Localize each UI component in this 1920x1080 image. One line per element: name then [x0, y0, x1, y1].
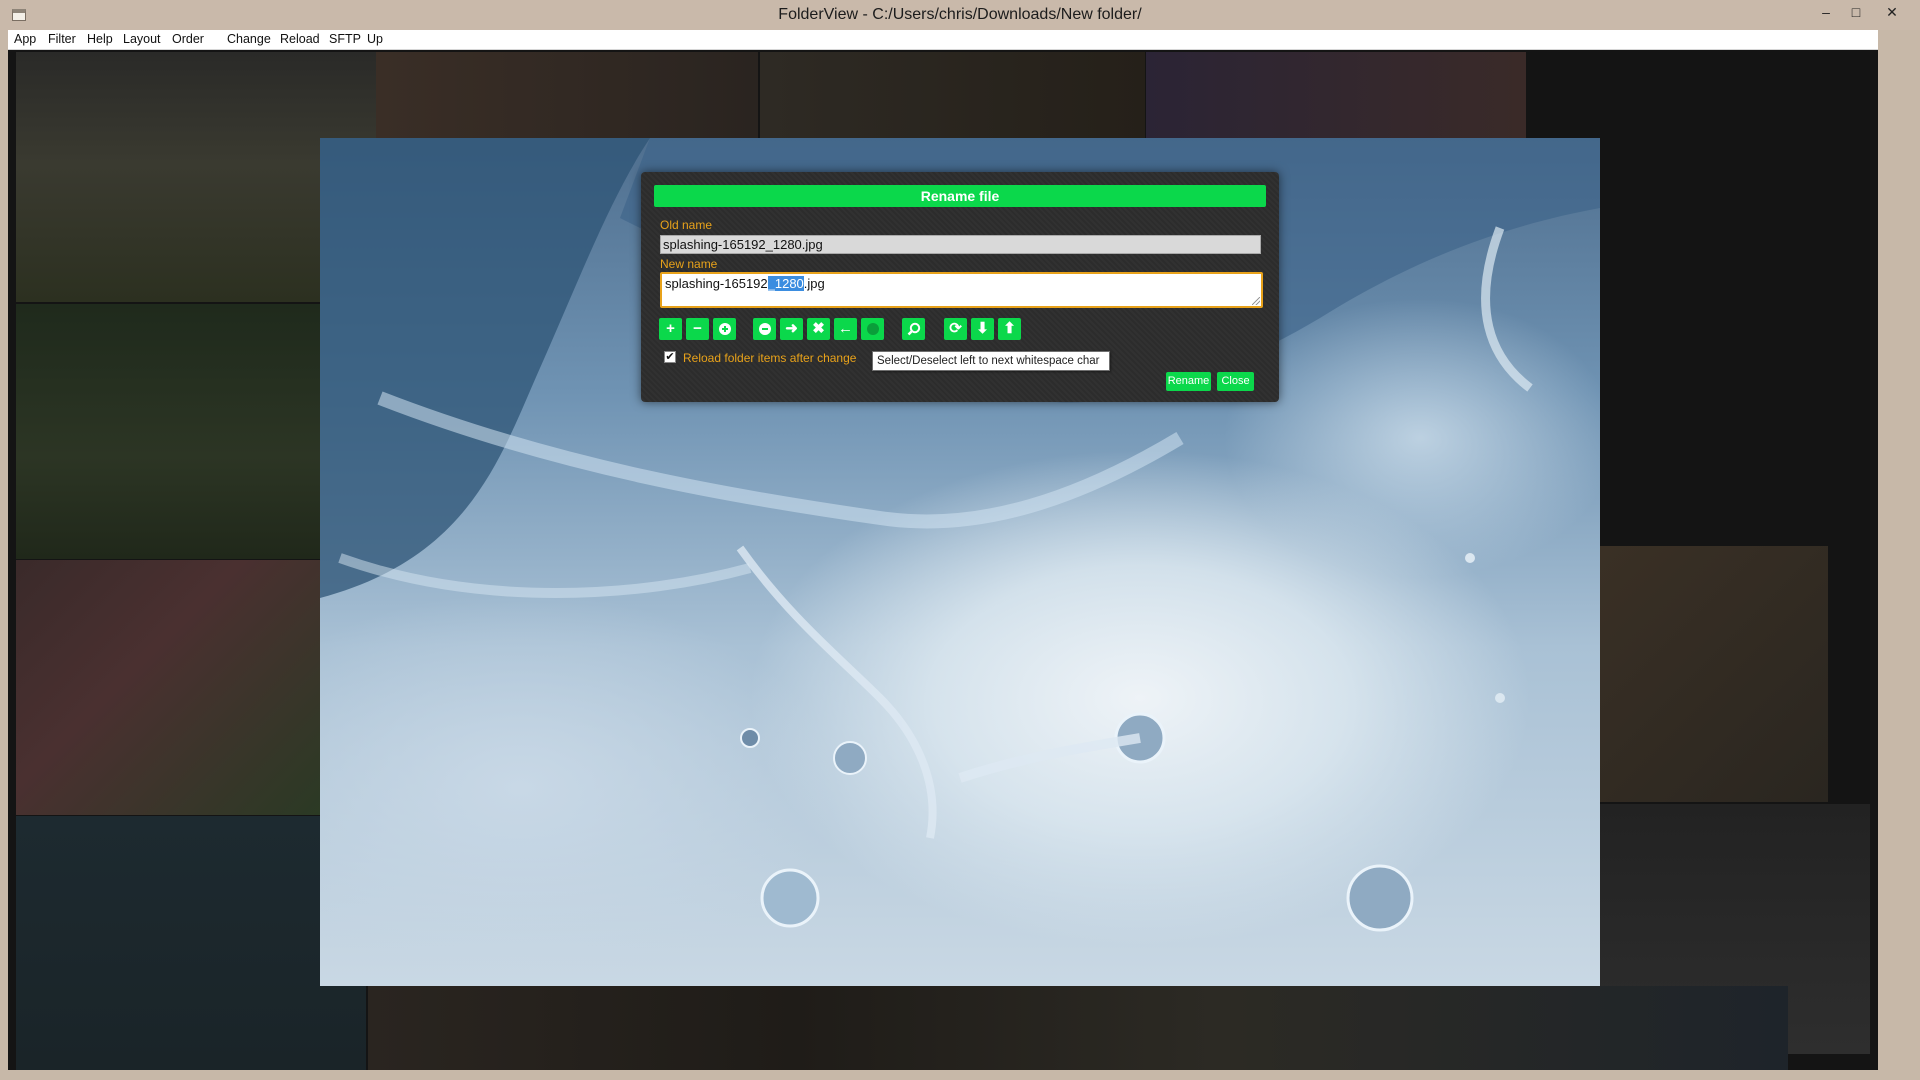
window-title: FolderView - C:/Users/chris/Downloads/Ne… — [778, 6, 1142, 23]
new-name-field[interactable]: splashing-165192_1280.jpg — [660, 272, 1263, 308]
thumbnail-image[interactable] — [368, 986, 1788, 1070]
new-name-label: New name — [660, 257, 718, 271]
thumbnail-image[interactable] — [16, 816, 366, 1070]
thumbnail-image[interactable] — [1146, 52, 1526, 142]
dialog-title: Rename file — [654, 185, 1266, 207]
menu-sftp[interactable]: SFTP — [329, 32, 361, 46]
menu-up[interactable]: Up — [367, 32, 383, 46]
maximize-button[interactable]: □ — [1838, 0, 1874, 28]
thumbnail-image[interactable] — [760, 52, 1145, 142]
menu-change[interactable]: Change — [227, 32, 271, 46]
arrow-left-icon[interactable]: ← — [834, 318, 857, 340]
new-name-text: splashing-165192 — [665, 276, 768, 291]
circle-plus-icon[interactable] — [713, 318, 736, 340]
menu-reload[interactable]: Reload — [280, 32, 320, 46]
refresh-icon[interactable]: ⟳ — [944, 318, 967, 340]
reload-checkbox[interactable]: ✔ — [664, 351, 676, 363]
old-name-label: Old name — [660, 218, 713, 232]
circle-minus-icon[interactable] — [753, 318, 776, 340]
new-name-selection: _1280 — [767, 276, 804, 291]
menu-help[interactable]: Help — [87, 32, 113, 46]
new-name-extension: .jpg — [803, 276, 825, 291]
menu-bar: App Filter Help Layout Order Change Relo… — [8, 30, 1878, 50]
search-icon[interactable] — [902, 318, 925, 340]
title-bar: FolderView - C:/Users/chris/Downloads/Ne… — [0, 0, 1920, 30]
arrow-down-icon[interactable]: ⬇ — [971, 318, 994, 340]
arrow-up-icon[interactable]: ⬆ — [998, 318, 1021, 340]
window-border — [0, 1070, 1920, 1080]
thumbnail-image[interactable] — [16, 560, 328, 815]
menu-order[interactable]: Order — [172, 32, 204, 46]
menu-filter[interactable]: Filter — [48, 32, 76, 46]
menu-app[interactable]: App — [14, 32, 36, 46]
plus-icon[interactable]: + — [659, 318, 682, 340]
reload-checkbox-label: Reload folder items after change — [683, 351, 857, 365]
tooltip: Select/Deselect left to next whitespace … — [872, 351, 1110, 371]
minus-icon[interactable]: − — [686, 318, 709, 340]
old-name-field[interactable]: splashing-165192_1280.jpg — [660, 235, 1261, 254]
arrow-right-icon[interactable]: ➜ — [780, 318, 803, 340]
close-window-button[interactable]: ✕ — [1874, 0, 1910, 28]
x-icon[interactable]: ✖ — [807, 318, 830, 340]
rename-button[interactable]: Rename — [1166, 372, 1211, 391]
close-button[interactable]: Close — [1217, 372, 1254, 391]
search-glyph — [907, 322, 920, 336]
resize-grip-icon[interactable] — [1252, 297, 1260, 305]
thumbnail-image[interactable] — [376, 52, 758, 142]
menu-layout[interactable]: Layout — [123, 32, 161, 46]
thumbnail-image[interactable] — [16, 304, 328, 559]
thumbnail-image[interactable] — [1600, 546, 1828, 802]
circle-icon[interactable] — [861, 318, 884, 340]
